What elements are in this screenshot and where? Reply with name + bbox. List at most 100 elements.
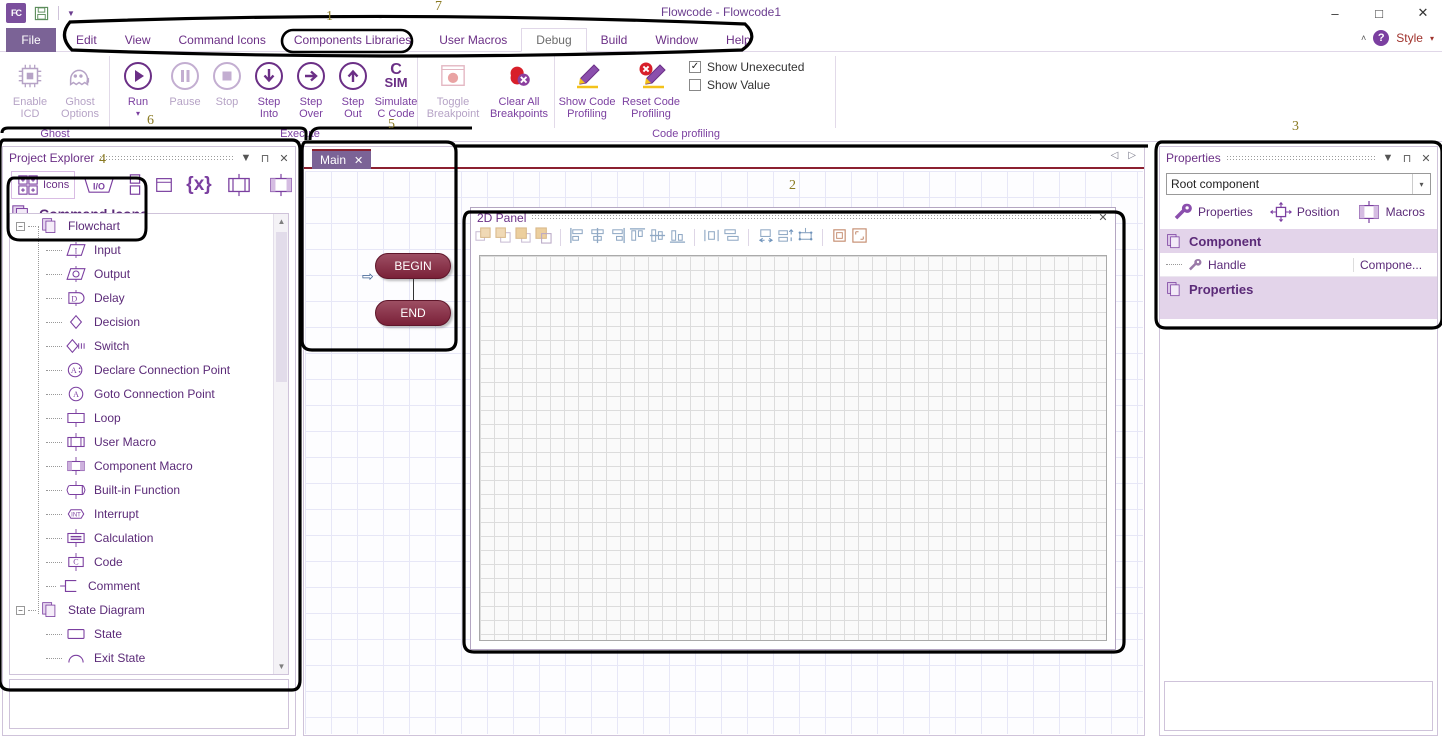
drag-handle[interactable]	[99, 154, 234, 162]
toggle-breakpoint-button[interactable]: Toggle Breakpoint	[422, 56, 484, 120]
properties-group-properties[interactable]: Properties	[1160, 277, 1437, 301]
menu-item-components-libraries[interactable]: Components Libraries	[280, 28, 425, 52]
tree-item-flowchart[interactable]: − Flowchart	[10, 214, 272, 238]
drag-handle[interactable]	[531, 214, 1091, 221]
icons-tab[interactable]: Icons	[11, 171, 76, 199]
distribute-horizontal-icon[interactable]	[703, 227, 720, 247]
tree-item-state[interactable]: State	[10, 622, 272, 646]
style-button[interactable]: Style	[1396, 31, 1423, 45]
menu-item-debug[interactable]: Debug	[521, 28, 587, 52]
variables-tab[interactable]: {x}	[181, 171, 216, 199]
group-icon[interactable]	[797, 227, 814, 247]
show-value-checkbox[interactable]	[689, 79, 701, 91]
chevron-down-icon[interactable]: ▾	[1430, 34, 1434, 43]
tree-scrollbar[interactable]: ▲ ▼	[273, 214, 288, 674]
scroll-down-icon[interactable]: ▼	[274, 659, 288, 674]
collapse-ribbon-icon[interactable]: ˄	[1361, 33, 1366, 43]
simulate-c-code-button[interactable]: C SIM Simulate C Code	[368, 56, 424, 120]
send-to-back-icon[interactable]	[495, 227, 512, 247]
tree-item-delay[interactable]: D Delay	[10, 286, 272, 310]
tree-item-switch[interactable]: Switch	[10, 334, 272, 358]
tree-item-exit-state[interactable]: Exit State	[10, 646, 272, 670]
tree-item-state-diagram[interactable]: − State Diagram	[10, 598, 272, 622]
ghost-options-button[interactable]: Ghost Options	[52, 56, 108, 120]
reset-code-profiling-button[interactable]: Reset Code Profiling	[620, 56, 682, 120]
tree-item-component-macro[interactable]: Component Macro	[10, 454, 272, 478]
property-row-handle[interactable]: Handle Compone...	[1160, 253, 1437, 277]
close-icon[interactable]: ✕	[1096, 211, 1110, 224]
tab-position[interactable]: Position	[1269, 201, 1340, 223]
show-unexecuted-row[interactable]: ✓ Show Unexecuted	[689, 60, 804, 74]
align-center-horizontal-icon[interactable]	[589, 227, 606, 247]
root-component-selector[interactable]: ▾	[1166, 173, 1431, 195]
help-icon[interactable]: ?	[1373, 30, 1390, 46]
menu-item-user-macros[interactable]: User Macros	[425, 28, 521, 52]
menu-item-help[interactable]: Help	[712, 28, 765, 52]
distribute-vertical-icon[interactable]	[723, 227, 740, 247]
drag-handle[interactable]	[1225, 154, 1376, 162]
close-button[interactable]: ✕	[1412, 2, 1434, 24]
run-dropdown-icon[interactable]: ▾	[136, 108, 140, 120]
menu-item-build[interactable]: Build	[587, 28, 642, 52]
show-value-row[interactable]: Show Value	[689, 78, 804, 92]
align-right-icon[interactable]	[609, 227, 626, 247]
tree-item-declare-connection-point[interactable]: A Declare Connection Point	[10, 358, 272, 382]
space-vertical-icon[interactable]	[777, 227, 794, 247]
collapse-icon[interactable]: −	[16, 605, 25, 615]
scroll-up-icon[interactable]: ▲	[274, 214, 288, 229]
align-top-icon[interactable]	[629, 227, 646, 247]
minimize-button[interactable]: –	[1324, 2, 1346, 24]
scrollbar-thumb[interactable]	[276, 232, 287, 382]
chevron-down-icon[interactable]: ▾	[1412, 174, 1430, 194]
tree-item-interrupt[interactable]: INT Interrupt	[10, 502, 272, 526]
tab-next-icon[interactable]: ▷	[1128, 150, 1136, 161]
align-left-icon[interactable]	[569, 227, 586, 247]
menu-item-edit[interactable]: Edit	[62, 28, 111, 52]
tree-item-loop[interactable]: Loop	[10, 406, 272, 430]
show-code-profiling-button[interactable]: Show Code Profiling	[556, 56, 618, 120]
tab-properties[interactable]: Properties	[1172, 201, 1253, 223]
fit-icon[interactable]	[851, 227, 868, 247]
tab-macros[interactable]: Macros	[1356, 201, 1425, 223]
panel-menu-icon[interactable]: ▼	[1381, 152, 1395, 164]
panels-tab[interactable]	[123, 171, 147, 199]
pin-icon[interactable]: ⊓	[258, 152, 272, 165]
tree-item-input[interactable]: I Input	[10, 238, 272, 262]
menu-item-view[interactable]: View	[111, 28, 165, 52]
2d-panel-grid-canvas[interactable]	[479, 255, 1107, 641]
window-tab[interactable]	[149, 171, 179, 199]
flow-node-end[interactable]: END	[375, 300, 451, 326]
flow-node-begin[interactable]: BEGIN	[375, 253, 451, 279]
tree-item-user-macro[interactable]: User Macro	[10, 430, 272, 454]
align-middle-icon[interactable]	[649, 227, 666, 247]
tab-prev-icon[interactable]: ◁	[1111, 150, 1119, 161]
maximize-button[interactable]: □	[1368, 2, 1390, 24]
panel-menu-icon[interactable]: ▼	[239, 152, 253, 164]
tab-main[interactable]: Main ✕	[312, 149, 372, 169]
close-icon[interactable]: ✕	[354, 154, 363, 167]
io-tab[interactable]: I/O	[77, 171, 121, 199]
menu-item-file[interactable]: File	[6, 28, 56, 52]
space-horizontal-icon[interactable]	[757, 227, 774, 247]
macro-tab[interactable]	[219, 171, 259, 199]
tree-item-decision[interactable]: Decision	[10, 310, 272, 334]
send-backward-icon[interactable]	[535, 227, 552, 247]
tree-item-code[interactable]: C Code	[10, 550, 272, 574]
tree-item-goto-connection-point[interactable]: A Goto Connection Point	[10, 382, 272, 406]
command-icons-tree[interactable]: − Flowchart I Input Output D Delay Decis…	[9, 213, 289, 675]
menu-item-window[interactable]: Window	[641, 28, 712, 52]
tree-item-calculation[interactable]: Calculation	[10, 526, 272, 550]
close-icon[interactable]: ✕	[1419, 152, 1433, 165]
bring-forward-icon[interactable]	[515, 227, 532, 247]
properties-group-component[interactable]: Component	[1160, 229, 1437, 253]
component-macro-tab[interactable]	[261, 171, 301, 199]
clear-all-breakpoints-button[interactable]: Clear All Breakpoints	[486, 56, 552, 120]
collapse-icon[interactable]: −	[16, 221, 25, 231]
align-bottom-icon[interactable]	[669, 227, 686, 247]
enable-icd-button[interactable]: Enable ICD	[2, 56, 58, 120]
tree-item-output[interactable]: Output	[10, 262, 272, 286]
property-value[interactable]: Compone...	[1353, 257, 1437, 272]
close-icon[interactable]: ✕	[277, 152, 291, 165]
bring-to-front-icon[interactable]	[475, 227, 492, 247]
snap-icon[interactable]	[831, 227, 848, 247]
